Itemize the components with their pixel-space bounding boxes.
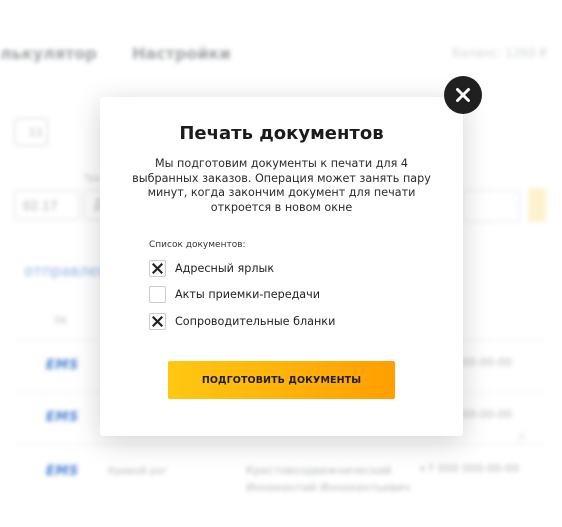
- close-modal-button[interactable]: [444, 76, 482, 114]
- document-option-accompanying-forms[interactable]: Сопроводительные бланки: [149, 312, 335, 331]
- check-x-icon: [152, 316, 163, 327]
- close-icon: [456, 88, 470, 102]
- print-documents-modal: Печать документов Мы подготовим документ…: [100, 97, 463, 436]
- modal-description: Мы подготовим документы к печати для 4 в…: [132, 157, 431, 214]
- modal-title: Печать документов: [179, 123, 384, 144]
- check-x-icon: [152, 263, 163, 274]
- checkbox-checked[interactable]: [149, 313, 166, 330]
- document-option-address-label[interactable]: Адресный ярлык: [149, 259, 274, 278]
- document-option-label: Сопроводительные бланки: [175, 315, 336, 328]
- documents-list-label: Список документов:: [149, 240, 246, 250]
- prepare-documents-button[interactable]: ПОДГОТОВИТЬ ДОКУМЕНТЫ: [168, 361, 395, 399]
- document-option-acceptance-acts[interactable]: Акты приемки-передачи: [149, 285, 320, 304]
- document-option-label: Акты приемки-передачи: [175, 288, 321, 301]
- checkbox-checked[interactable]: [149, 260, 166, 277]
- document-option-label: Адресный ярлык: [175, 262, 275, 275]
- checkbox-unchecked[interactable]: [149, 286, 166, 303]
